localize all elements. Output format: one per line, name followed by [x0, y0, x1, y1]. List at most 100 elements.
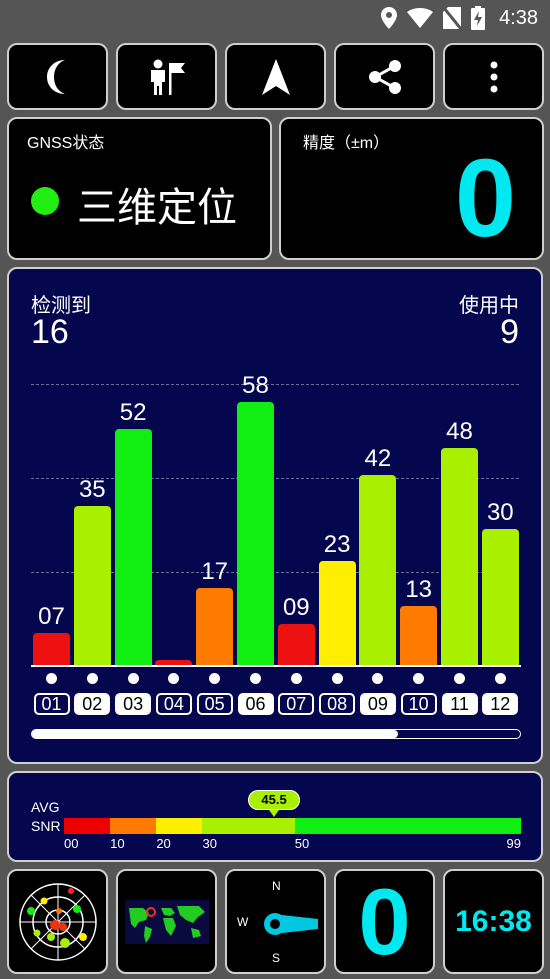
snr-value-07: 09: [282, 594, 310, 622]
gnss-status-panel[interactable]: GNSS状态 三维定位: [7, 117, 272, 260]
snr-value-09: 42: [364, 444, 392, 472]
satellite-dot: [372, 673, 384, 684]
compass-south: S: [272, 951, 281, 965]
satellite-id-11: 11: [441, 693, 478, 715]
snr-bar-01: [33, 633, 70, 665]
snr-scale: [64, 818, 521, 834]
compass-needle-icon: [264, 913, 318, 935]
satellite-dot: [86, 673, 98, 684]
satellite-id-06: 06: [237, 693, 274, 715]
chart-baseline: [31, 665, 521, 667]
clock-button[interactable]: 16:38: [443, 869, 544, 974]
big-value: 0: [358, 868, 411, 974]
snr-bar-chart: 07 01 35 02 52 03 04 17 05 58 06 09 07 23 08 42 09 13 10 48…: [9, 269, 541, 729]
satellite-signal-panel[interactable]: 检测到 16 使用中 9 07 01 35 02 52 03 04 17 05 58 06 09 07 2…: [7, 267, 543, 764]
satellite-id-08: 08: [319, 693, 356, 715]
activity-button[interactable]: [116, 43, 217, 110]
satellite-id-03: 03: [115, 693, 152, 715]
snr-scale-segment: [294, 818, 521, 834]
satellite-dot: [127, 673, 139, 684]
snr-bar-08: [318, 560, 356, 665]
person-flag-icon: [150, 59, 185, 95]
accuracy-big-button[interactable]: 0: [334, 869, 435, 974]
snr-value-11: 48: [446, 417, 473, 445]
badge-pointer: [269, 810, 280, 817]
night-mode-button[interactable]: [7, 43, 108, 110]
world-map-icon: [124, 899, 209, 944]
wifi-icon: [407, 8, 434, 28]
compass-button[interactable]: N S W: [225, 869, 326, 974]
location-icon: [381, 7, 398, 29]
snr-bar-02: [73, 506, 111, 665]
moon-icon: [46, 59, 65, 94]
satellite-id-01: 01: [33, 693, 70, 715]
no-sim-icon: [443, 7, 462, 29]
snr-bar-06: [237, 402, 274, 665]
snr-value-01: 07: [38, 603, 65, 631]
snr-bar-12: [481, 529, 519, 665]
satellite-id-02: 02: [74, 693, 111, 715]
snr-scale-segment: [156, 818, 203, 834]
compass-west: W: [237, 915, 249, 929]
world-map-button[interactable]: [116, 869, 217, 974]
snr-bar-10: [400, 606, 438, 665]
snr-bar-03: [114, 429, 152, 665]
share-button[interactable]: [334, 43, 435, 110]
satellite-dot: [454, 673, 465, 684]
snr-tick-label: 50: [294, 836, 310, 851]
avg-snr-value: 45.5: [261, 792, 287, 807]
navigation-arrow-icon: [261, 58, 290, 95]
battery-charging-icon: [471, 6, 486, 30]
snr-tick-label: 99: [506, 836, 521, 851]
avg-snr-badge: 45.5: [248, 790, 301, 817]
sky-view-button[interactable]: [7, 869, 108, 974]
satellite-id-10: 10: [400, 693, 437, 715]
snr-scale-segment: [64, 818, 111, 834]
snr-bar-05: [196, 587, 234, 665]
snr-value-05: 17: [201, 557, 229, 585]
snr-tick-label: 20: [156, 836, 171, 851]
accuracy-value: 0: [454, 137, 516, 260]
scrollbar-thumb[interactable]: [32, 730, 398, 738]
avg-snr-panel: AVG SNR 00 10 20 30 50 99 45.5: [7, 771, 543, 862]
snr-tick-label: 10: [110, 836, 125, 851]
more-vert-icon: [490, 61, 497, 92]
satellite-dot: [209, 673, 221, 684]
satellite-dot: [250, 673, 261, 684]
navigate-button[interactable]: [225, 43, 326, 110]
satellite-id-09: 09: [359, 693, 396, 715]
gnss-fix-status: 三维定位: [77, 186, 237, 230]
satellite-dot: [494, 673, 506, 684]
snr-value-08: 23: [323, 530, 351, 558]
satellite-dot: [290, 673, 302, 684]
status-bar: 4:38: [0, 0, 550, 37]
satellite-dot: [331, 673, 343, 684]
satellite-dot: [46, 673, 57, 684]
gnss-status-title: GNSS状态: [27, 135, 105, 152]
snr-value-02: 35: [78, 476, 106, 504]
satellite-dot: [413, 673, 425, 684]
clock-time: 16:38: [455, 904, 532, 938]
snr-label: SNR: [31, 818, 61, 834]
snr-bar-09: [359, 474, 397, 665]
horizontal-scrollbar[interactable]: [31, 729, 521, 739]
satellite-dot: [168, 673, 180, 684]
snr-value-10: 13: [405, 576, 433, 604]
snr-scale-segment: [110, 818, 157, 834]
satellite-id-07: 07: [278, 693, 315, 715]
snr-scale-segment: [202, 818, 295, 834]
satellite-id-04: 04: [155, 693, 192, 715]
satellite-id-12: 12: [482, 693, 519, 715]
sky-plot-icon: [18, 882, 97, 961]
more-options-button[interactable]: [443, 43, 544, 110]
snr-value-12: 30: [486, 499, 514, 527]
gnss-fix-indicator: [31, 187, 59, 215]
accuracy-title: 精度（±m）: [303, 135, 390, 152]
accuracy-panel[interactable]: 精度（±m） 0: [279, 117, 544, 260]
snr-bar-07: [277, 624, 315, 665]
status-time: 4:38: [499, 6, 538, 29]
snr-value-03: 52: [119, 399, 147, 427]
snr-bar-11: [441, 447, 478, 665]
share-icon: [368, 59, 401, 94]
avg-label: AVG: [31, 799, 60, 815]
